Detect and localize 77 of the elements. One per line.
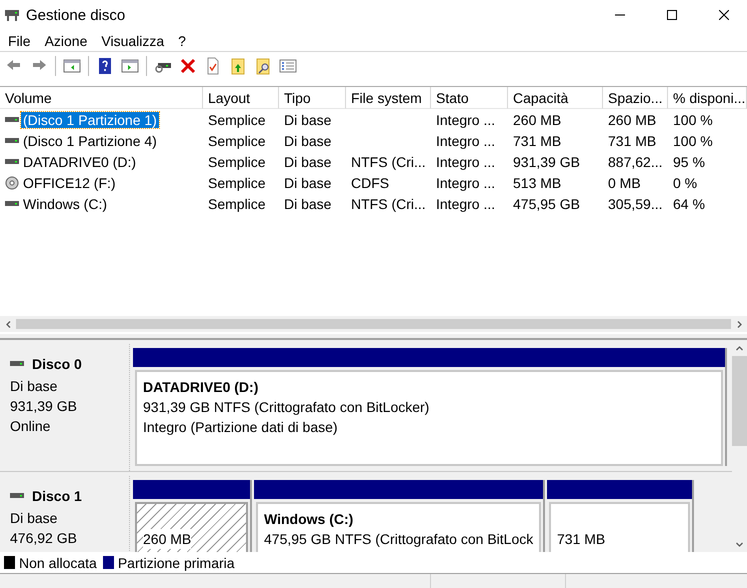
menu-item[interactable]: ? <box>171 32 193 48</box>
table-cell: Integro ... <box>436 112 496 128</box>
table-cell: 305,59... <box>608 196 662 212</box>
menu-item[interactable]: Visualizza <box>94 32 172 48</box>
menu-item[interactable]: Azione <box>38 32 94 48</box>
column-header[interactable]: Spazio... <box>603 87 668 109</box>
table-cell: NTFS (Cri... <box>351 154 426 170</box>
table-cell: 100 % <box>673 132 713 148</box>
table-cell: 64 % <box>673 196 705 212</box>
column-header[interactable]: Layout <box>203 87 279 109</box>
column-header[interactable]: Tipo <box>279 87 346 109</box>
table-cell: Semplice <box>208 154 266 170</box>
menu-item[interactable]: File <box>1 32 38 48</box>
close-icon <box>719 10 729 20</box>
table-cell: Semplice <box>208 112 266 128</box>
disk-detail: 476,92 GB <box>10 529 78 548</box>
drive-icon <box>5 200 19 208</box>
disk-detail: Di base <box>10 377 58 396</box>
disk-management-icon <box>4 8 20 22</box>
table-cell: 0 MB <box>608 174 641 190</box>
table-cell: CDFS <box>351 174 390 190</box>
column-header[interactable]: Volume <box>0 87 203 109</box>
disk-name: Disco 1 <box>32 488 82 504</box>
table-cell: 475,95 GB <box>513 196 580 212</box>
window-title: Gestione disco <box>26 6 126 24</box>
table-cell: Integro ... <box>436 174 496 190</box>
drive-icon <box>5 116 19 124</box>
table-cell: 260 MB <box>513 112 562 128</box>
disk-name: Disco 0 <box>32 356 82 372</box>
scroll-left-icon[interactable] <box>4 320 12 328</box>
legend-label: Partizione primaria <box>118 554 235 570</box>
table-cell: Semplice <box>208 132 266 148</box>
disc-icon <box>5 176 19 190</box>
partition-title: Windows (C:) <box>264 510 354 529</box>
volume-name[interactable]: OFFICE12 (F:) <box>21 174 118 190</box>
partition-title: DATADRIVE0 (D:) <box>143 378 260 397</box>
table-cell: 100 % <box>673 112 713 128</box>
legend-label: Non allocata <box>19 554 97 570</box>
table-cell: 731 MB <box>608 132 656 148</box>
volume-name[interactable]: (Disco 1 Partizione 1) <box>21 112 159 128</box>
maximize-icon <box>667 10 677 20</box>
drive-icon <box>5 136 19 144</box>
drive-icon <box>5 158 19 166</box>
partition-detail: 260 MB <box>143 529 192 549</box>
volume-name[interactable]: DATADRIVE0 (D:) <box>21 154 138 170</box>
scroll-up-icon[interactable] <box>736 344 743 352</box>
table-cell: Semplice <box>208 196 266 212</box>
table-cell: 260 MB <box>608 112 656 128</box>
table-cell: 0 % <box>673 174 698 190</box>
column-header[interactable]: File system <box>346 87 431 109</box>
table-cell: 513 MB <box>513 174 562 190</box>
disk-detail: Di base <box>10 509 58 528</box>
scroll-right-icon[interactable] <box>736 320 742 328</box>
table-cell: 95 % <box>673 154 705 170</box>
table-cell: Di base <box>284 112 332 128</box>
table-cell: Integro ... <box>436 154 496 170</box>
horizontal-scrollbar[interactable] <box>0 316 747 332</box>
table-cell: Di base <box>284 154 332 170</box>
scroll-down-icon[interactable] <box>736 540 743 548</box>
column-header[interactable]: % disponi... <box>668 87 747 109</box>
volume-name[interactable]: Windows (C:) <box>21 196 110 212</box>
table-cell: 887,62... <box>608 154 662 170</box>
table-cell: Di base <box>284 132 332 148</box>
table-cell: Integro ... <box>436 132 496 148</box>
disk-info-panel[interactable]: Disco 0 Di base 931,39 GB Online <box>0 344 130 471</box>
table-cell: 731 MB <box>513 132 562 148</box>
table-cell: 931,39 GB <box>513 154 580 170</box>
volume-name[interactable]: (Disco 1 Partizione 4) <box>21 132 159 148</box>
table-cell: Di base <box>284 196 332 212</box>
disk-detail: Online <box>10 417 52 436</box>
table-cell: Di base <box>284 174 332 190</box>
table-cell: NTFS (Cri... <box>351 196 426 212</box>
table-cell: Semplice <box>208 174 266 190</box>
disk-detail: 931,39 GB <box>10 397 78 416</box>
column-header[interactable]: Stato <box>431 87 508 109</box>
table-cell: Integro ... <box>436 196 496 212</box>
column-header[interactable]: Capacità <box>508 87 603 109</box>
